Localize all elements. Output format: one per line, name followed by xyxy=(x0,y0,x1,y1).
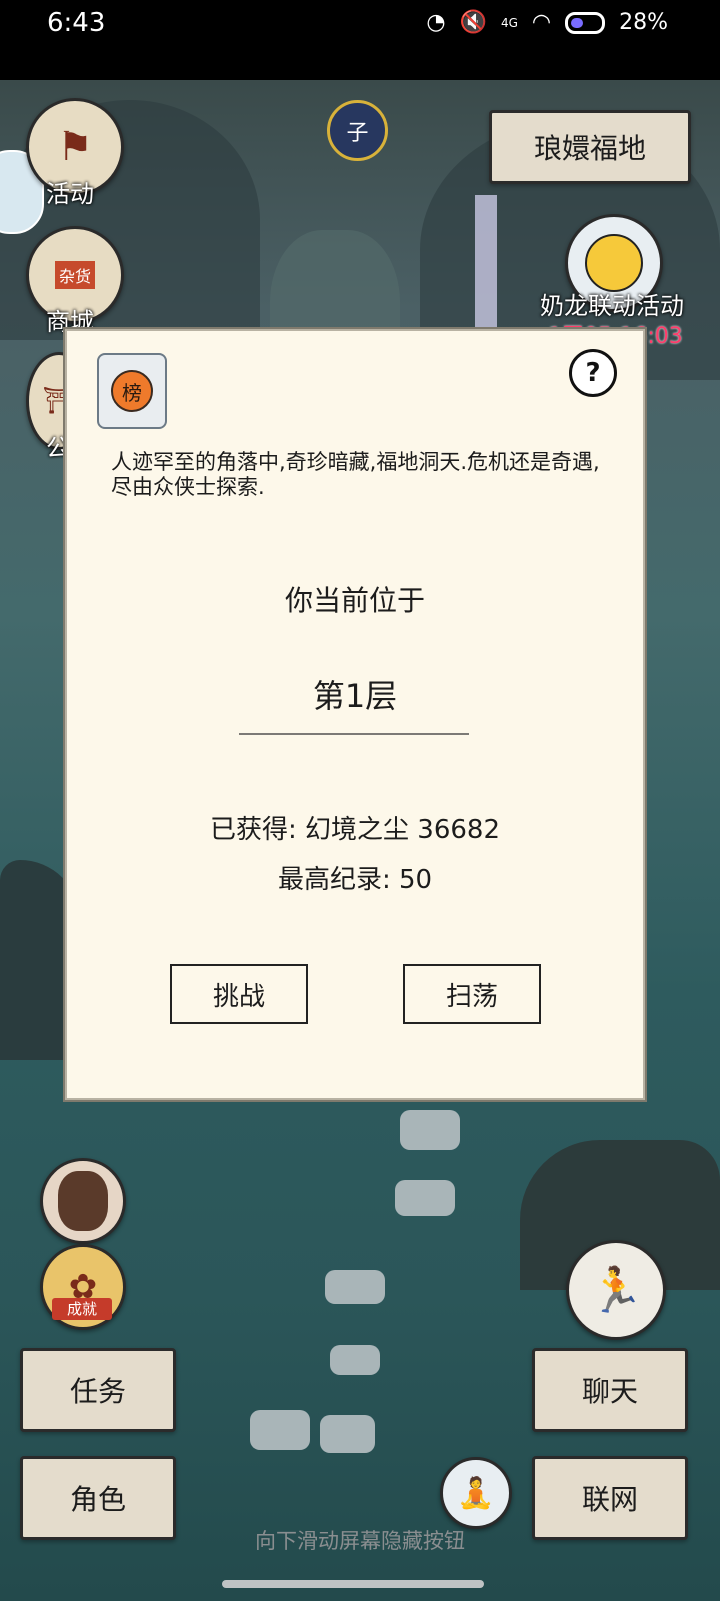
nailong-icon xyxy=(585,234,643,292)
task-button[interactable]: 任务 xyxy=(20,1348,176,1432)
divider xyxy=(239,733,469,735)
achievement-label: 成就 xyxy=(52,1298,112,1320)
run-button[interactable]: 🏃 xyxy=(566,1240,666,1340)
character-avatar[interactable] xyxy=(40,1158,126,1244)
battery-percent: 28% xyxy=(619,10,668,35)
current-floor: 第1层 xyxy=(312,677,398,715)
status-bar: 6:43 ◔ 🔇 4G ◠ 28% xyxy=(0,0,720,80)
battery-icon xyxy=(565,11,606,34)
gesture-nav-bar[interactable] xyxy=(222,1580,484,1588)
chat-button[interactable]: 聊天 xyxy=(532,1348,688,1432)
dialog-description: 人迹罕至的角落中,奇珍暗藏,福地洞天.危机还是奇遇,尽由众侠士探索. xyxy=(111,450,600,499)
do-not-disturb-icon: ◔ xyxy=(426,10,446,35)
collab-event-label: 奶龙联动活动 xyxy=(540,292,684,320)
network-label: 4G xyxy=(500,15,518,30)
status-icons: ◔ 🔇 4G ◠ 28% xyxy=(426,10,668,35)
stepping-stone xyxy=(400,1110,460,1150)
location-title: 你当前位于 xyxy=(284,584,425,617)
flag-icon: ⚑ xyxy=(57,124,93,170)
mute-icon: 🔇 xyxy=(459,10,487,35)
hero-portrait-icon xyxy=(58,1171,108,1231)
location-button[interactable]: 琅嬛福地 xyxy=(489,110,691,184)
meditation-icon: 🧘 xyxy=(457,1475,495,1511)
stepping-stone xyxy=(395,1180,455,1216)
shop-sign: 杂货 xyxy=(54,261,95,289)
stepping-stone xyxy=(320,1415,375,1453)
stepping-stone xyxy=(250,1410,310,1450)
challenge-button[interactable]: 挑战 xyxy=(170,964,308,1024)
running-icon: 🏃 xyxy=(588,1265,644,1316)
secret-realm-dialog: 榜 ? 人迹罕至的角落中,奇珍暗藏,福地洞天.危机还是奇遇,尽由众侠士探索. 你… xyxy=(65,329,645,1100)
leaderboard-icon[interactable]: 榜 xyxy=(97,353,167,429)
moon-zodiac-badge[interactable]: 子 xyxy=(327,100,388,161)
help-icon[interactable]: ? xyxy=(569,349,617,397)
status-time: 6:43 xyxy=(47,8,106,38)
activity-label: 活动 xyxy=(46,180,94,208)
best-record: 最高纪录: 50 xyxy=(277,865,433,895)
meditate-button[interactable]: 🧘 xyxy=(440,1457,512,1529)
stepping-stone xyxy=(330,1345,380,1375)
obtained-reward: 已获得: 幻境之尘 36682 xyxy=(210,815,500,845)
bottom-hint: 向下滑动屏幕隐藏按钮 xyxy=(255,1529,465,1553)
wifi-icon: ◠ xyxy=(531,10,552,35)
stepping-stone xyxy=(325,1270,385,1304)
sweep-button[interactable]: 扫荡 xyxy=(403,964,541,1024)
leaderboard-icon-text: 榜 xyxy=(111,370,153,412)
